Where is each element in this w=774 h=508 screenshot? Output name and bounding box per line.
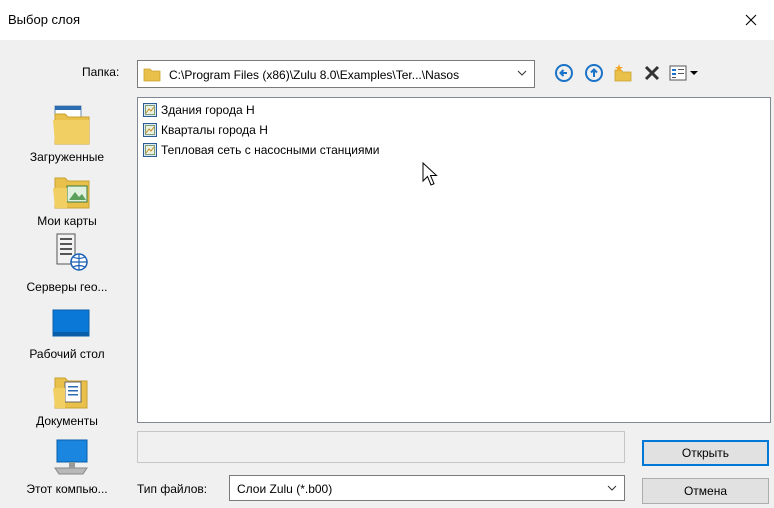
place-geo-servers[interactable]: Серверы гео... [12, 232, 130, 300]
file-name: Тепловая сеть с насосными станциями [161, 143, 380, 157]
open-button[interactable]: Открыть [642, 440, 769, 466]
delete-button[interactable] [641, 62, 663, 84]
title-bar: Выбор слоя [0, 0, 774, 40]
folder-label: Папка: [82, 65, 120, 79]
layer-file-icon [143, 143, 157, 157]
mouse-pointer-icon [422, 162, 438, 186]
place-desktop[interactable]: Рабочий стол [12, 304, 130, 370]
list-item[interactable]: Тепловая сеть с насосными станциями [143, 142, 379, 158]
close-button[interactable] [728, 0, 774, 40]
open-button-label: Открыть [681, 446, 730, 460]
folder-path-value: C:\Program Files (x86)\Zulu 8.0\Examples… [169, 68, 460, 82]
list-item[interactable]: Кварталы города Н [143, 122, 268, 138]
place-documents[interactable]: Документы [12, 370, 130, 434]
chevron-down-icon [607, 485, 617, 491]
file-name: Кварталы города Н [161, 123, 268, 137]
layer-select-dialog: Выбор слоя Папка: C:\Program Files (x86)… [0, 0, 774, 508]
downloads-folder-icon [53, 105, 90, 145]
place-label: Загруженные [29, 150, 105, 164]
place-label: Рабочий стол [29, 347, 105, 361]
view-menu-icon [669, 65, 698, 81]
place-label: Серверы гео... [26, 280, 108, 294]
layer-file-icon [143, 123, 157, 137]
filetype-select[interactable]: Слои Zulu (*.b00) [229, 475, 625, 501]
up-folder-button[interactable] [583, 62, 605, 84]
filetype-label: Тип файлов: [137, 482, 208, 496]
this-computer-icon [54, 439, 88, 475]
layer-file-icon [143, 103, 157, 117]
new-folder-icon [614, 64, 632, 82]
new-folder-button[interactable] [612, 62, 634, 84]
filename-field[interactable] [137, 431, 625, 463]
list-item[interactable]: Здания города Н [143, 102, 255, 118]
cancel-button-label: Отмена [683, 484, 728, 498]
place-label: Этот компью... [26, 482, 108, 496]
chevron-down-icon [517, 70, 527, 76]
places-bar: Загруженные Мои карты Серверы гео... Раб… [12, 100, 130, 500]
folder-path-combobox[interactable]: C:\Program Files (x86)\Zulu 8.0\Examples… [137, 60, 535, 88]
file-list[interactable]: Здания города Н Кварталы города Н Теплов… [137, 97, 771, 423]
delete-icon [644, 65, 660, 81]
cancel-button[interactable]: Отмена [642, 478, 769, 504]
geo-servers-icon [56, 233, 88, 271]
my-maps-folder-icon [53, 177, 90, 209]
up-folder-icon [585, 64, 603, 82]
filetype-value: Слои Zulu (*.b00) [237, 482, 333, 496]
view-menu-button[interactable] [668, 62, 706, 84]
desktop-icon [52, 309, 90, 337]
place-label: Мои карты [37, 214, 97, 228]
back-icon [555, 64, 573, 82]
place-downloads[interactable]: Загруженные [12, 100, 130, 172]
documents-icon [53, 377, 88, 409]
dialog-title: Выбор слоя [8, 12, 81, 27]
file-name: Здания города Н [161, 103, 255, 117]
place-this-computer[interactable]: Этот компью... [12, 436, 130, 502]
close-icon [745, 14, 757, 26]
place-label: Документы [36, 414, 98, 428]
back-button[interactable] [553, 62, 575, 84]
folder-icon [143, 68, 161, 82]
place-my-maps[interactable]: Мои карты [12, 170, 130, 238]
